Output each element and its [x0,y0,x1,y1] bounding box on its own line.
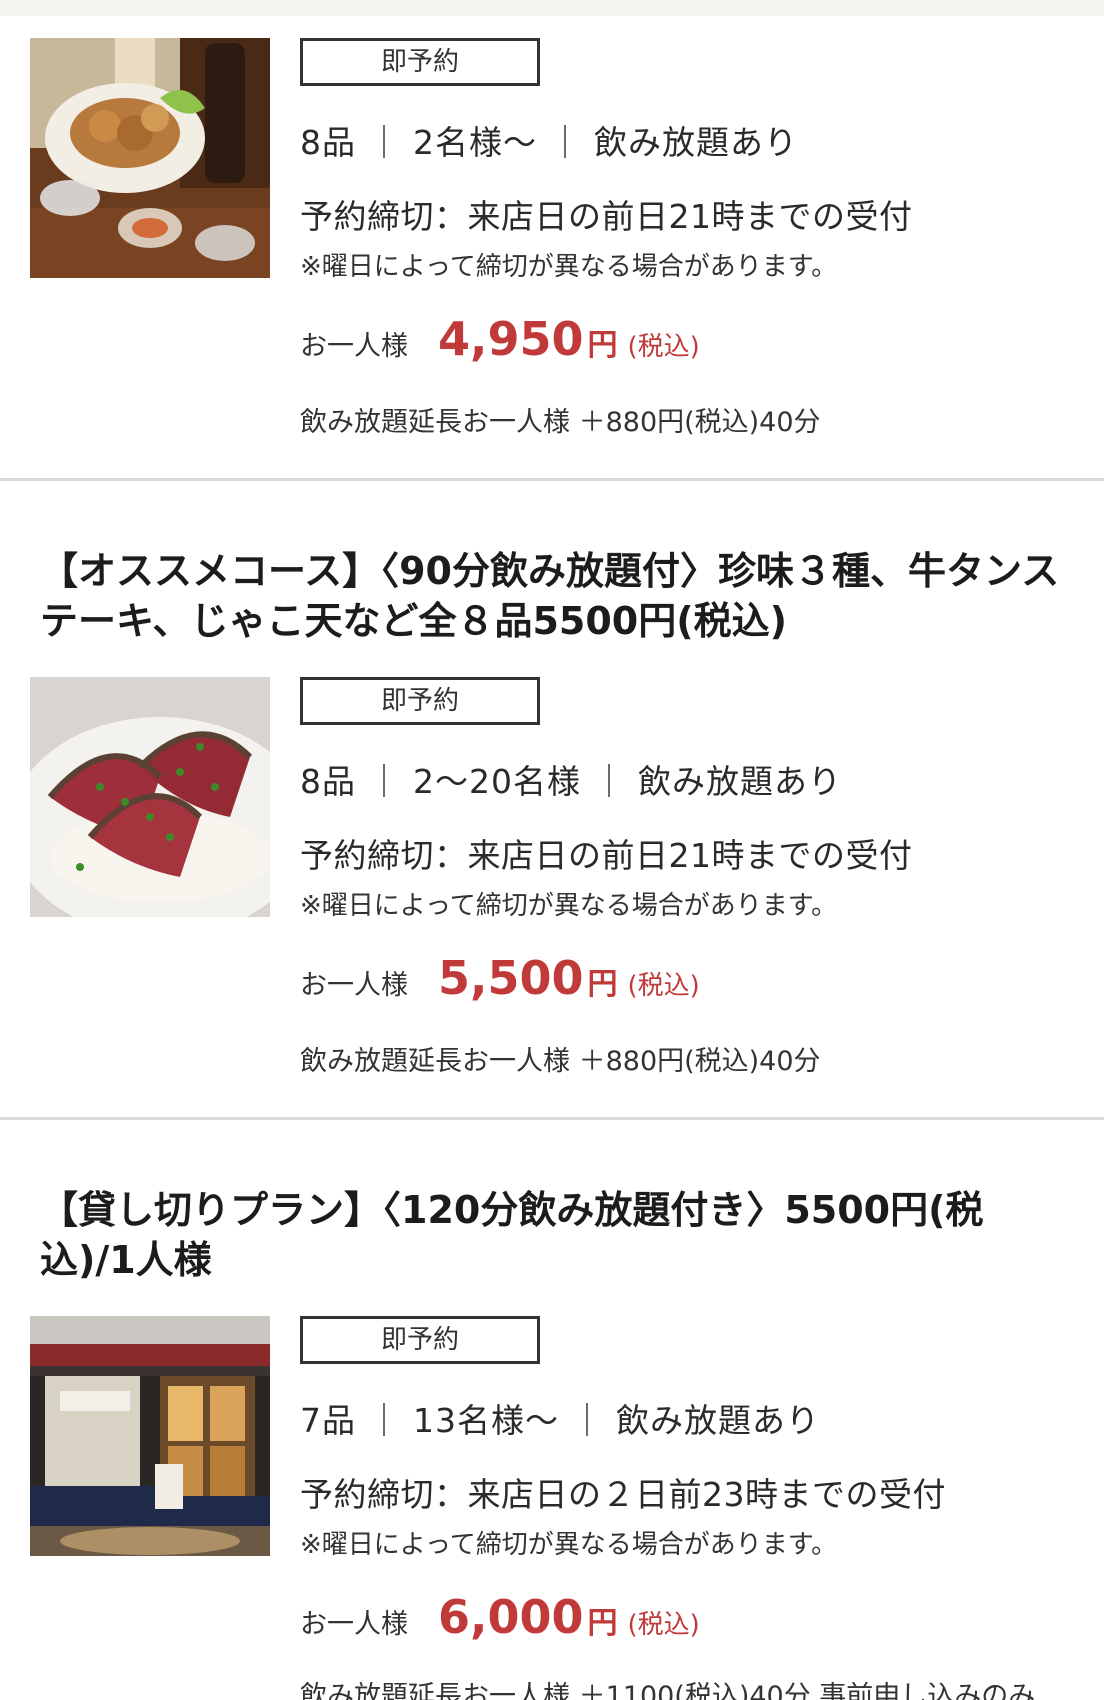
per-person-label: お一人様 [300,970,408,1001]
deadline-note: ※曜日によって締切が異なる場合があります。 [300,252,838,282]
price-amount: 6,000 [438,1590,584,1644]
price-amount: 5,500 [438,951,584,1005]
price-amount: 4,950 [438,312,584,366]
plan-meta: 7品 ｜ 13名様〜 ｜ 飲み放題あり [300,1401,820,1440]
price-line: お一人様 5,500 円 (税込) [300,951,700,1005]
deadline-note: ※曜日によって締切が異なる場合があります。 [300,1530,838,1560]
price-line: お一人様 6,000 円 (税込) [300,1590,700,1644]
divider [0,1117,1104,1120]
reservation-deadline: 予約締切：来店日の前日21時までの受付 [300,836,913,875]
instant-reserve-badge[interactable]: 即予約 [300,677,540,725]
extension-info: 飲み放題延長お一人様 ＋1100(税込)40分 事前申し込みのみ [300,1681,1036,1700]
seared-bonito-photo[interactable] [30,677,270,917]
yen-label: 円 [587,967,618,1002]
per-person-label: お一人様 [300,331,408,362]
food-platter-photo[interactable] [30,38,270,278]
tax-label: (税込) [627,1610,700,1640]
restaurant-storefront-image [30,1316,270,1556]
yen-label: 円 [587,328,618,363]
plan-title[interactable]: 【貸し切りプラン】〈120分飲み放題付き〉5500円(税込)/1人様 [40,1185,1070,1285]
yen-label: 円 [587,1606,618,1641]
per-person-label: お一人様 [300,1609,408,1640]
plan-meta: 8品 ｜ 2〜20名様 ｜ 飲み放題あり [300,762,842,801]
restaurant-storefront-photo[interactable] [30,1316,270,1556]
instant-reserve-badge[interactable]: 即予約 [300,1316,540,1364]
extension-info: 飲み放題延長お一人様 ＋880円(税込)40分 [300,407,821,438]
deadline-note: ※曜日によって締切が異なる場合があります。 [300,891,838,921]
tax-label: (税込) [627,971,700,1001]
tax-label: (税込) [627,332,700,362]
instant-reserve-badge[interactable]: 即予約 [300,38,540,86]
price-line: お一人様 4,950 円 (税込) [300,312,700,366]
top-bar [0,0,1104,16]
divider [0,478,1104,481]
reservation-deadline: 予約締切：来店日の２日前23時までの受付 [300,1475,946,1514]
reservation-deadline: 予約締切：来店日の前日21時までの受付 [300,197,913,236]
food-platter-image [30,38,270,278]
plan-meta: 8品 ｜ 2名様〜 ｜ 飲み放題あり [300,123,798,162]
plan-title[interactable]: 【オススメコース】〈90分飲み放題付〉珍味３種、牛タンステーキ、じゃこ天など全８… [40,546,1070,646]
seared-bonito-image [30,677,270,917]
extension-info: 飲み放題延長お一人様 ＋880円(税込)40分 [300,1046,821,1077]
